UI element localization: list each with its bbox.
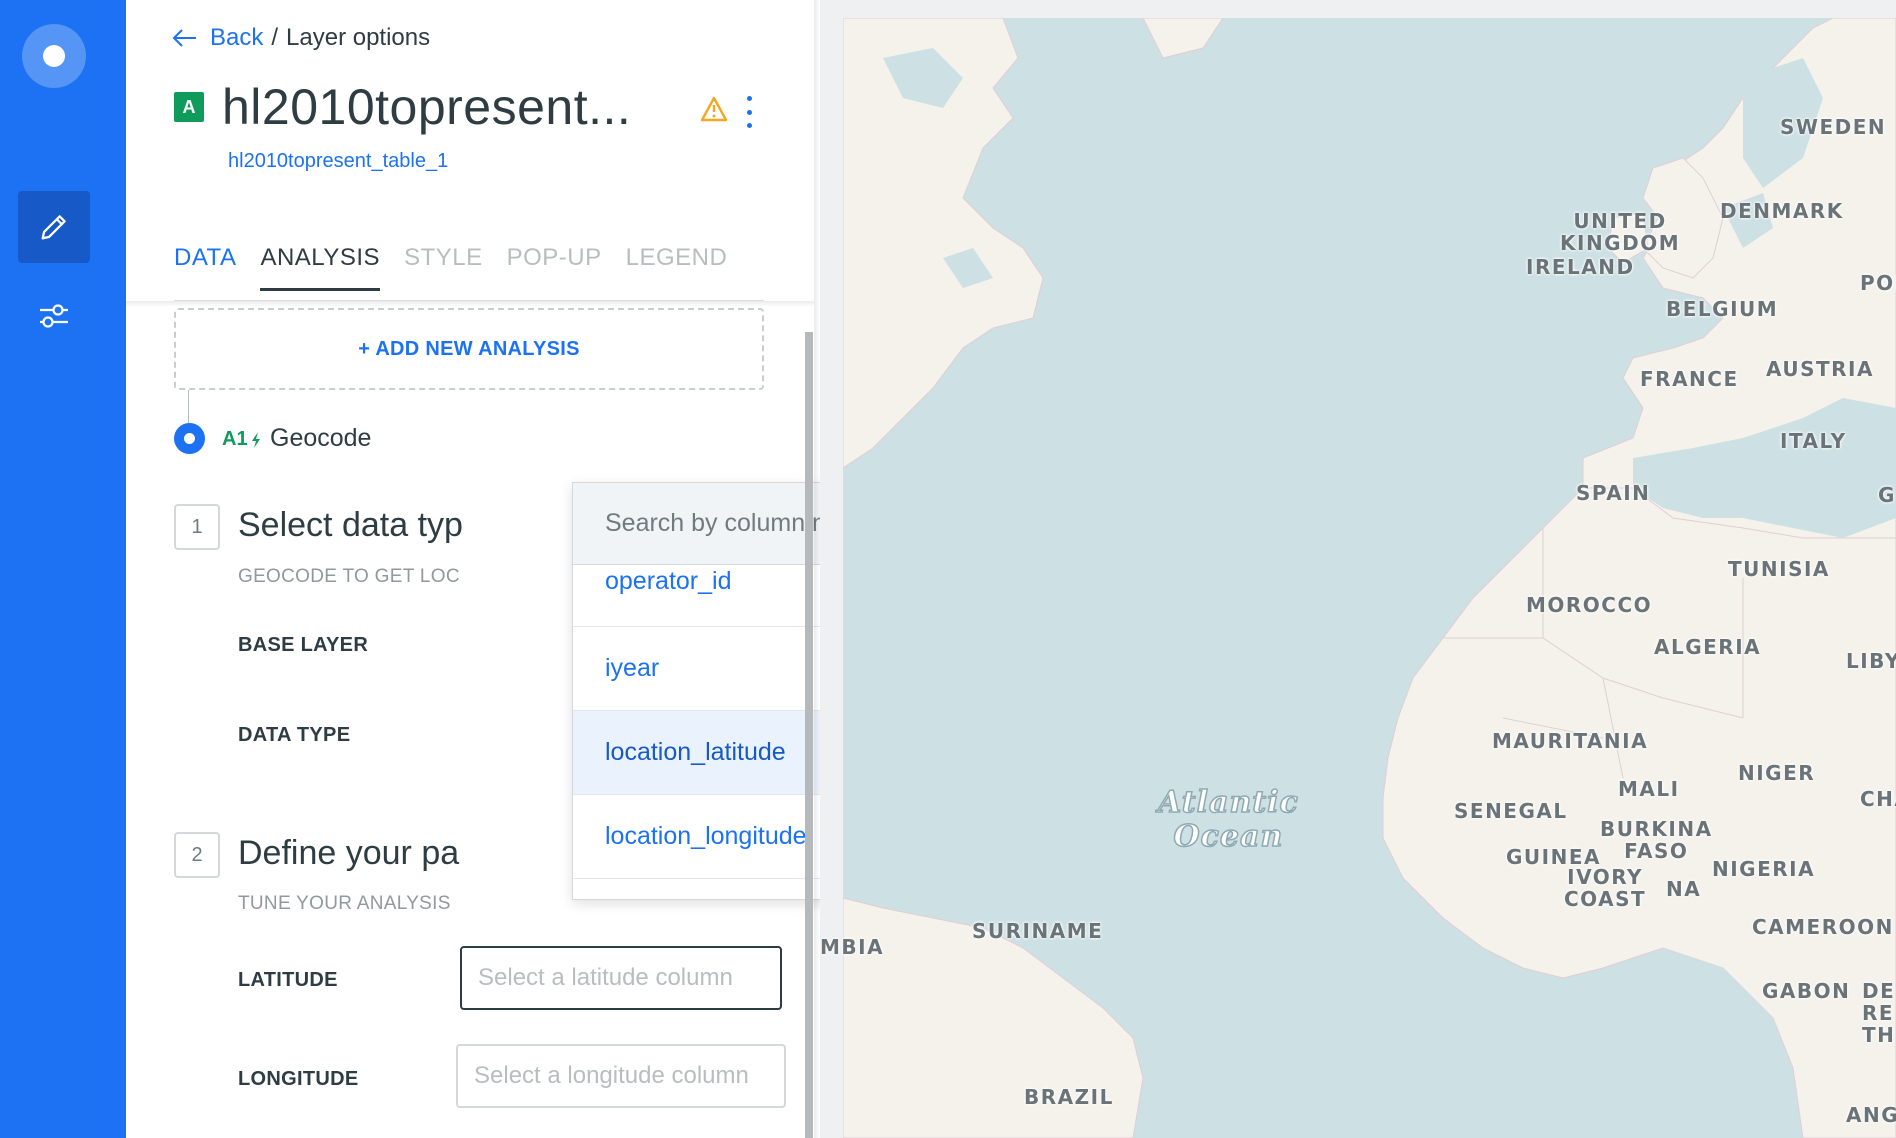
map-label-sweden: SWEDEN [1780,115,1887,139]
map-label-spain: SPAIN [1576,481,1651,505]
app-logo-icon[interactable] [22,24,86,88]
data-type-label: DATA TYPE [238,724,351,746]
latitude-column-select[interactable] [460,946,782,1010]
map-label-g: G [1878,483,1896,507]
breadcrumb-separator: / [271,24,279,51]
map-label-cameroon: CAMEROON [1752,915,1894,939]
map-label-denmark: DENMARK [1720,199,1844,223]
tab-data[interactable]: DATA [174,244,236,291]
map-label-mali: MALI [1618,777,1680,801]
step-2-number: 2 [174,832,220,878]
layer-letter-badge: A [174,92,204,122]
map-label-italy: ITALY [1780,429,1847,453]
map-label-morocco: MOROCCO [1526,593,1653,617]
layer-title-row: A hl2010topresent... [174,78,631,136]
map-label-tunisia: TUNISIA [1728,557,1830,581]
back-link[interactable]: Back [172,24,263,52]
step-2-subtitle: TUNE YOUR ANALYSIS [238,893,451,914]
longitude-label: LONGITUDE [238,1068,359,1090]
breadcrumb-current: Layer options [286,24,431,51]
map-label-algeria: ALGERIA [1654,635,1762,659]
left-rail [0,0,126,1138]
base-layer-label: BASE LAYER [238,634,369,656]
layer-title[interactable]: hl2010topresent... [222,78,631,136]
layer-options-panel: Back / Layer options A hl2010topresent..… [126,0,1112,1138]
map-label-niger: NIGER [1738,761,1816,785]
header-shadow [126,301,814,307]
map-label-nigeria: NIGERIA [1712,857,1816,881]
map-label-brazil: BRAZIL [1024,1085,1114,1109]
settings-sliders-button[interactable] [18,280,90,352]
analysis-connector-line [188,390,189,424]
layer-tabs: DATA ANALYSIS STYLE POP-UP LEGEND [174,244,727,291]
add-new-analysis-button[interactable]: + ADD NEW ANALYSIS [174,308,764,390]
map-label-liby: LIBY [1846,649,1896,673]
map-label-suriname: SURINAME [972,919,1104,943]
pencil-icon [41,215,66,240]
tab-popup[interactable]: POP-UP [507,244,602,291]
more-options-icon[interactable] [744,96,754,128]
map-label-france: FRANCE [1640,367,1739,391]
layer-source-table: hl2010topresent_table_1 [228,150,449,172]
map-label-mauritania: MAURITANIA [1492,729,1649,753]
step-1-title: Select data typ [238,506,463,544]
analysis-id-label: A1 [222,428,248,450]
step-1-subtitle: GEOCODE TO GET LOC [238,566,460,587]
map-label-atlantic-ocean: Atlantic Ocean [1157,785,1299,855]
map-view[interactable]: SWEDEN DENMARK UNITED KINGDOM IRELAND PO… [820,0,1896,1138]
map-label-pola: POLA [1860,271,1896,295]
map-label-austria: AUSTRIA [1766,357,1874,381]
lightning-icon [251,431,260,448]
warning-icon[interactable] [700,96,728,122]
longitude-column-select[interactable] [456,1044,786,1108]
tab-analysis[interactable]: ANALYSIS [260,244,381,291]
sliders-icon [40,304,68,328]
map-label-belgium: BELGIUM [1666,297,1779,321]
map-label-ghana: NA [1666,877,1702,901]
analysis-node-icon[interactable] [174,423,205,454]
map-label-ireland: IRELAND [1526,255,1635,279]
step-2-title: Define your pa [238,834,460,872]
analysis-name: Geocode [270,424,372,452]
map-label-cha: CHA [1860,787,1896,811]
edit-pencil-button[interactable] [18,191,90,263]
arrow-left-icon [172,29,196,47]
tab-legend[interactable]: LEGEND [626,244,728,291]
analysis-id: A1 [222,428,262,451]
map-label-uk: UNITED KINGDOM [1560,209,1681,255]
map-label-gabon: GABON [1762,979,1851,1003]
back-label: Back [210,24,264,51]
map-label-senegal: SENEGAL [1454,799,1568,823]
map-label-ivory-coast: IVORY COAST [1564,865,1647,911]
map-label-burkina: BURKINA FASO [1600,817,1713,863]
step-1-number: 1 [174,504,220,550]
tab-style[interactable]: STYLE [404,244,483,291]
map-label-angola: ANGO [1846,1103,1896,1127]
map-label-colombia: MBIA [820,935,885,959]
latitude-label: LATITUDE [238,969,338,991]
map-label-drc: DE RE TH [1862,979,1896,1047]
breadcrumb: Back / Layer options [172,24,430,52]
panel-scrollbar[interactable] [805,332,813,1138]
